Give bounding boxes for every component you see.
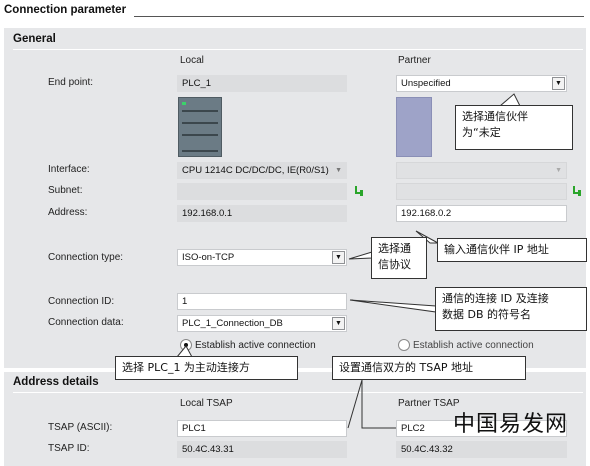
connection-type-select[interactable]: ISO-on-TCP ▼ bbox=[177, 249, 347, 266]
plc-slot bbox=[182, 150, 218, 152]
callout-line: 选择通信伙伴 bbox=[462, 110, 528, 123]
local-column-header: Local bbox=[180, 55, 204, 66]
address-details-heading: Address details bbox=[13, 376, 99, 388]
tsap-ascii-label: TSAP (ASCII): bbox=[48, 422, 113, 433]
chevron-down-icon[interactable]: ▼ bbox=[335, 163, 342, 178]
local-interface-value: CPU 1214C DC/DC/DC, IE(R0/S1) bbox=[182, 165, 329, 176]
callout-line: 选择通 bbox=[378, 242, 411, 255]
connection-data-label: Connection data: bbox=[48, 317, 124, 328]
end-point-label: End point: bbox=[48, 77, 94, 88]
watermark: 中国易发网 bbox=[453, 412, 569, 437]
callout-line: 信协议 bbox=[378, 258, 411, 271]
callout-line: 通信的连接 ID 及连接 bbox=[442, 292, 549, 305]
partner-tsap-id-field: 50.4C.43.32 bbox=[396, 441, 567, 458]
address-label: Address: bbox=[48, 207, 88, 218]
callout-partner-unspecified: 选择通信伙伴 为“未定 bbox=[455, 105, 573, 150]
connection-data-select[interactable]: PLC_1_Connection_DB ▼ bbox=[177, 315, 347, 332]
connection-id-label: Connection ID: bbox=[48, 296, 115, 307]
title-rule bbox=[134, 16, 584, 17]
partner-end-point-select[interactable]: Unspecified ▼ bbox=[396, 75, 567, 92]
chevron-down-icon[interactable]: ▼ bbox=[555, 163, 562, 178]
connection-data-value: PLC_1_Connection_DB bbox=[182, 318, 283, 329]
callout-partner-ip: 输入通信伙伴 IP 地址 bbox=[437, 238, 587, 262]
local-tsap-ascii-input[interactable]: PLC1 bbox=[177, 420, 347, 437]
partner-interface-select[interactable]: ▼ bbox=[396, 162, 567, 179]
plc-slot bbox=[182, 134, 218, 136]
callout-line: 数据 DB 的符号名 bbox=[442, 308, 532, 321]
partner-address-input[interactable]: 192.168.0.2 bbox=[396, 205, 567, 222]
page-title: Connection parameter bbox=[4, 4, 127, 16]
callout-active-connection: 选择 PLC_1 为主动连接方 bbox=[115, 356, 298, 380]
interface-label: Interface: bbox=[48, 164, 90, 175]
partner-subnet-field bbox=[396, 183, 567, 200]
general-heading: General bbox=[13, 33, 56, 45]
connection-type-label: Connection type: bbox=[48, 252, 124, 263]
partner-end-point-value: Unspecified bbox=[401, 78, 451, 89]
callout-line: 为“未定 bbox=[462, 126, 501, 139]
local-interface-select[interactable]: CPU 1214C DC/DC/DC, IE(R0/S1) ▼ bbox=[177, 162, 347, 179]
partner-device-image bbox=[396, 97, 432, 157]
chevron-down-icon[interactable]: ▼ bbox=[332, 251, 345, 264]
general-rule bbox=[13, 49, 583, 50]
subnet-label: Subnet: bbox=[48, 185, 83, 196]
plc-device-image bbox=[178, 97, 222, 157]
local-tsap-header: Local TSAP bbox=[180, 398, 233, 409]
callout-tsap: 设置通信双方的 TSAP 地址 bbox=[332, 356, 526, 380]
callout-connection-id-db: 通信的连接 ID 及连接 数据 DB 的符号名 bbox=[435, 287, 587, 331]
partner-column-header: Partner bbox=[398, 55, 431, 66]
establish-partner-radio[interactable] bbox=[398, 339, 410, 351]
connection-id-input[interactable]: 1 bbox=[177, 293, 347, 310]
local-address-field: 192.168.0.1 bbox=[177, 205, 347, 222]
plc-slot bbox=[182, 110, 218, 112]
establish-partner-label: Establish active connection bbox=[413, 340, 534, 351]
callout-protocol: 选择通 信协议 bbox=[371, 237, 427, 279]
network-connect-icon[interactable] bbox=[354, 186, 364, 196]
connection-type-value: ISO-on-TCP bbox=[182, 252, 235, 263]
chevron-down-icon[interactable]: ▼ bbox=[332, 317, 345, 330]
plc-status-led bbox=[182, 102, 186, 105]
local-end-point-field: PLC_1 bbox=[177, 75, 347, 92]
chevron-down-icon[interactable]: ▼ bbox=[552, 77, 565, 90]
partner-tsap-header: Partner TSAP bbox=[398, 398, 460, 409]
local-tsap-id-field: 50.4C.43.31 bbox=[177, 441, 347, 458]
network-connect-icon[interactable] bbox=[572, 186, 582, 196]
address-details-rule bbox=[13, 392, 583, 393]
plc-slot bbox=[182, 122, 218, 124]
local-subnet-field bbox=[177, 183, 347, 200]
establish-local-label: Establish active connection bbox=[195, 340, 316, 351]
tsap-id-label: TSAP ID: bbox=[48, 443, 90, 454]
establish-local-radio[interactable] bbox=[180, 339, 192, 351]
